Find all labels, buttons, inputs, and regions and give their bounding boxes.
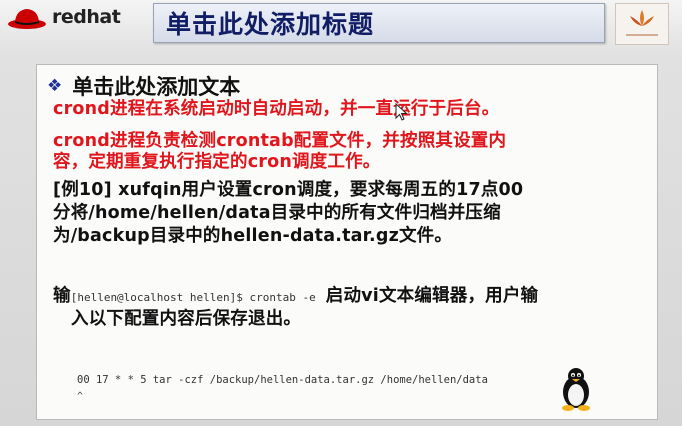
input-suffix: 启动vi文本编辑器，用户输: [325, 286, 539, 306]
mouse-cursor-icon: [395, 103, 408, 121]
subtitle-row: ❖ 单击此处添加文本: [47, 71, 240, 101]
red-line-3: 容，定期重复执行指定的cron调度工作。: [53, 152, 381, 172]
red-line-1: crond进程在系统启动时自动启动，并一直运行于后台。: [53, 99, 500, 119]
tux-penguin-icon: [562, 368, 590, 411]
input-instruction-line-2: 入以下配置内容后保存退出。: [71, 309, 302, 329]
content-panel[interactable]: ❖ 单击此处添加文本 crond进程在系统启动时自动启动，并一直运行于后台。 c…: [36, 64, 658, 420]
slide-stage: redhat 单击此处添加标题 ❖ 单击此处添加文本 crond进程在系统启动时…: [0, 0, 682, 426]
redhat-logo: redhat: [6, 4, 121, 30]
example-line-2: 分将/home/hellen/data目录中的所有文件归档并压缩: [53, 203, 501, 223]
logo-text: redhat: [52, 6, 121, 28]
corner-logo-icon: [615, 3, 669, 45]
input-instruction-line-1: 输[hellen@localhost hellen]$ crontab -e 启动…: [53, 286, 538, 308]
example-line-1: [例10] xufqin用户设置cron调度，要求每周五的17点00: [53, 180, 524, 200]
title-placeholder[interactable]: 单击此处添加标题: [153, 3, 605, 43]
cron-entry: 00 17 * * 5 tar -czf /backup/hellen-data…: [77, 374, 488, 386]
example-line-3: 为/backup目录中的hellen-data.tar.gz文件。: [53, 226, 453, 246]
input-prefix: 输: [53, 286, 71, 306]
terminal-prompt: [hellen@localhost hellen]$ crontab -e: [70, 291, 316, 304]
slide-title: 单击此处添加标题: [166, 10, 375, 39]
cron-caret: ^: [77, 391, 84, 402]
redhat-hat-icon: [8, 9, 46, 29]
slide-subtitle: 单击此处添加文本: [72, 75, 241, 99]
red-line-2: crond进程负责检测crontab配置文件，并按照其设置内: [53, 131, 507, 151]
diamond-bullet-icon: ❖: [47, 76, 63, 96]
